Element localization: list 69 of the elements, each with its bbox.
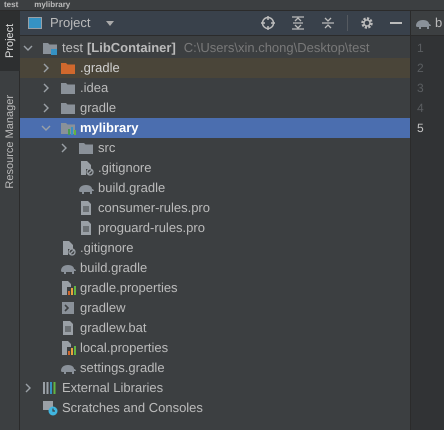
folder-icon bbox=[60, 80, 76, 96]
file-name: proguard-rules.pro bbox=[98, 219, 205, 238]
ignore-file-icon bbox=[60, 240, 76, 256]
tree-row[interactable]: gradle bbox=[20, 98, 410, 118]
editor-tab[interactable]: b bbox=[435, 13, 442, 33]
collapse-all-icon[interactable] bbox=[321, 16, 335, 30]
scratches-icon bbox=[42, 400, 58, 416]
panel-title: Project bbox=[50, 14, 90, 32]
module-folder-icon bbox=[42, 40, 58, 56]
folder-icon bbox=[78, 140, 94, 156]
path-text: C:\Users\xin.chong\Desktop\test bbox=[184, 39, 370, 58]
folder-icon bbox=[60, 60, 76, 76]
tree-row[interactable]: consumer-rules.pro bbox=[20, 198, 410, 218]
breadcrumb-item[interactable]: test bbox=[4, 0, 18, 10]
settings-icon[interactable] bbox=[360, 16, 374, 30]
tool-window-tab[interactable]: Resource Manager bbox=[0, 95, 20, 189]
file-name: gradlew.bat bbox=[80, 319, 146, 338]
tree-row[interactable]: local.properties bbox=[20, 338, 410, 358]
tree-row[interactable]: proguard-rules.pro bbox=[20, 218, 410, 238]
ignore-file-icon bbox=[78, 160, 94, 176]
tree-row[interactable]: gradlew bbox=[20, 298, 410, 318]
file-name: gradlew bbox=[80, 299, 126, 318]
caret-icon[interactable] bbox=[106, 19, 114, 27]
terminal-icon bbox=[60, 300, 76, 316]
text-file-icon bbox=[78, 200, 94, 216]
file-name: src bbox=[98, 139, 116, 158]
window-icon bbox=[28, 17, 42, 29]
tree-row[interactable]: .idea bbox=[20, 78, 410, 98]
folder-icon bbox=[60, 100, 76, 116]
file-name: .gitignore bbox=[98, 159, 152, 178]
tree-row[interactable]: External Libraries bbox=[20, 378, 410, 398]
tree-row[interactable]: gradle.properties bbox=[20, 278, 410, 298]
properties-file-icon bbox=[60, 280, 76, 296]
file-name: local.properties bbox=[80, 339, 168, 358]
file-name: mylibrary bbox=[80, 119, 139, 138]
tree-row[interactable]: src bbox=[20, 138, 410, 158]
tree-row[interactable]: .gradle bbox=[20, 58, 410, 78]
tree-row[interactable]: .gitignore bbox=[20, 158, 410, 178]
tree-row[interactable]: gradlew.bat bbox=[20, 318, 410, 338]
crosshair-icon[interactable] bbox=[261, 16, 275, 30]
tool-window-tab[interactable]: Project bbox=[0, 11, 20, 71]
tree-row[interactable]: build.gradle bbox=[20, 258, 410, 278]
file-name: gradle bbox=[80, 99, 116, 118]
module-folder-icon bbox=[60, 120, 76, 136]
file-name: build.gradle bbox=[80, 259, 148, 278]
file-name: settings.gradle bbox=[80, 359, 165, 378]
module-name: [LibContainer] bbox=[86, 39, 176, 58]
tree-row[interactable]: build.gradle bbox=[20, 178, 410, 198]
file-name: .gradle bbox=[80, 59, 120, 78]
tree-row[interactable]: .gitignore bbox=[20, 238, 410, 258]
file-name: External Libraries bbox=[62, 379, 164, 398]
text-file-icon bbox=[60, 320, 76, 336]
tree-row[interactable]: mylibrary bbox=[20, 118, 410, 138]
file-name: gradle.properties bbox=[80, 279, 178, 298]
tree-row[interactable]: Scratches and Consoles bbox=[20, 398, 410, 418]
tree-row[interactable]: settings.gradle bbox=[20, 358, 410, 378]
file-name: .idea bbox=[80, 79, 108, 98]
properties-file-icon bbox=[60, 340, 76, 356]
file-name: test bbox=[62, 39, 83, 58]
libraries-icon bbox=[42, 380, 58, 396]
file-name: .gitignore bbox=[80, 239, 134, 258]
expand-all-icon[interactable] bbox=[291, 16, 305, 30]
file-name: Scratches and Consoles bbox=[62, 399, 203, 418]
file-name: consumer-rules.pro bbox=[98, 199, 210, 218]
file-name: build.gradle bbox=[98, 179, 166, 198]
breadcrumb-item[interactable]: mylibrary bbox=[34, 0, 70, 10]
tree-row[interactable]: test [LibContainer] C:\Users\xin.chong\Desktop\test bbox=[20, 38, 410, 58]
line-number: 5 bbox=[416, 120, 425, 137]
text-file-icon bbox=[78, 220, 94, 236]
